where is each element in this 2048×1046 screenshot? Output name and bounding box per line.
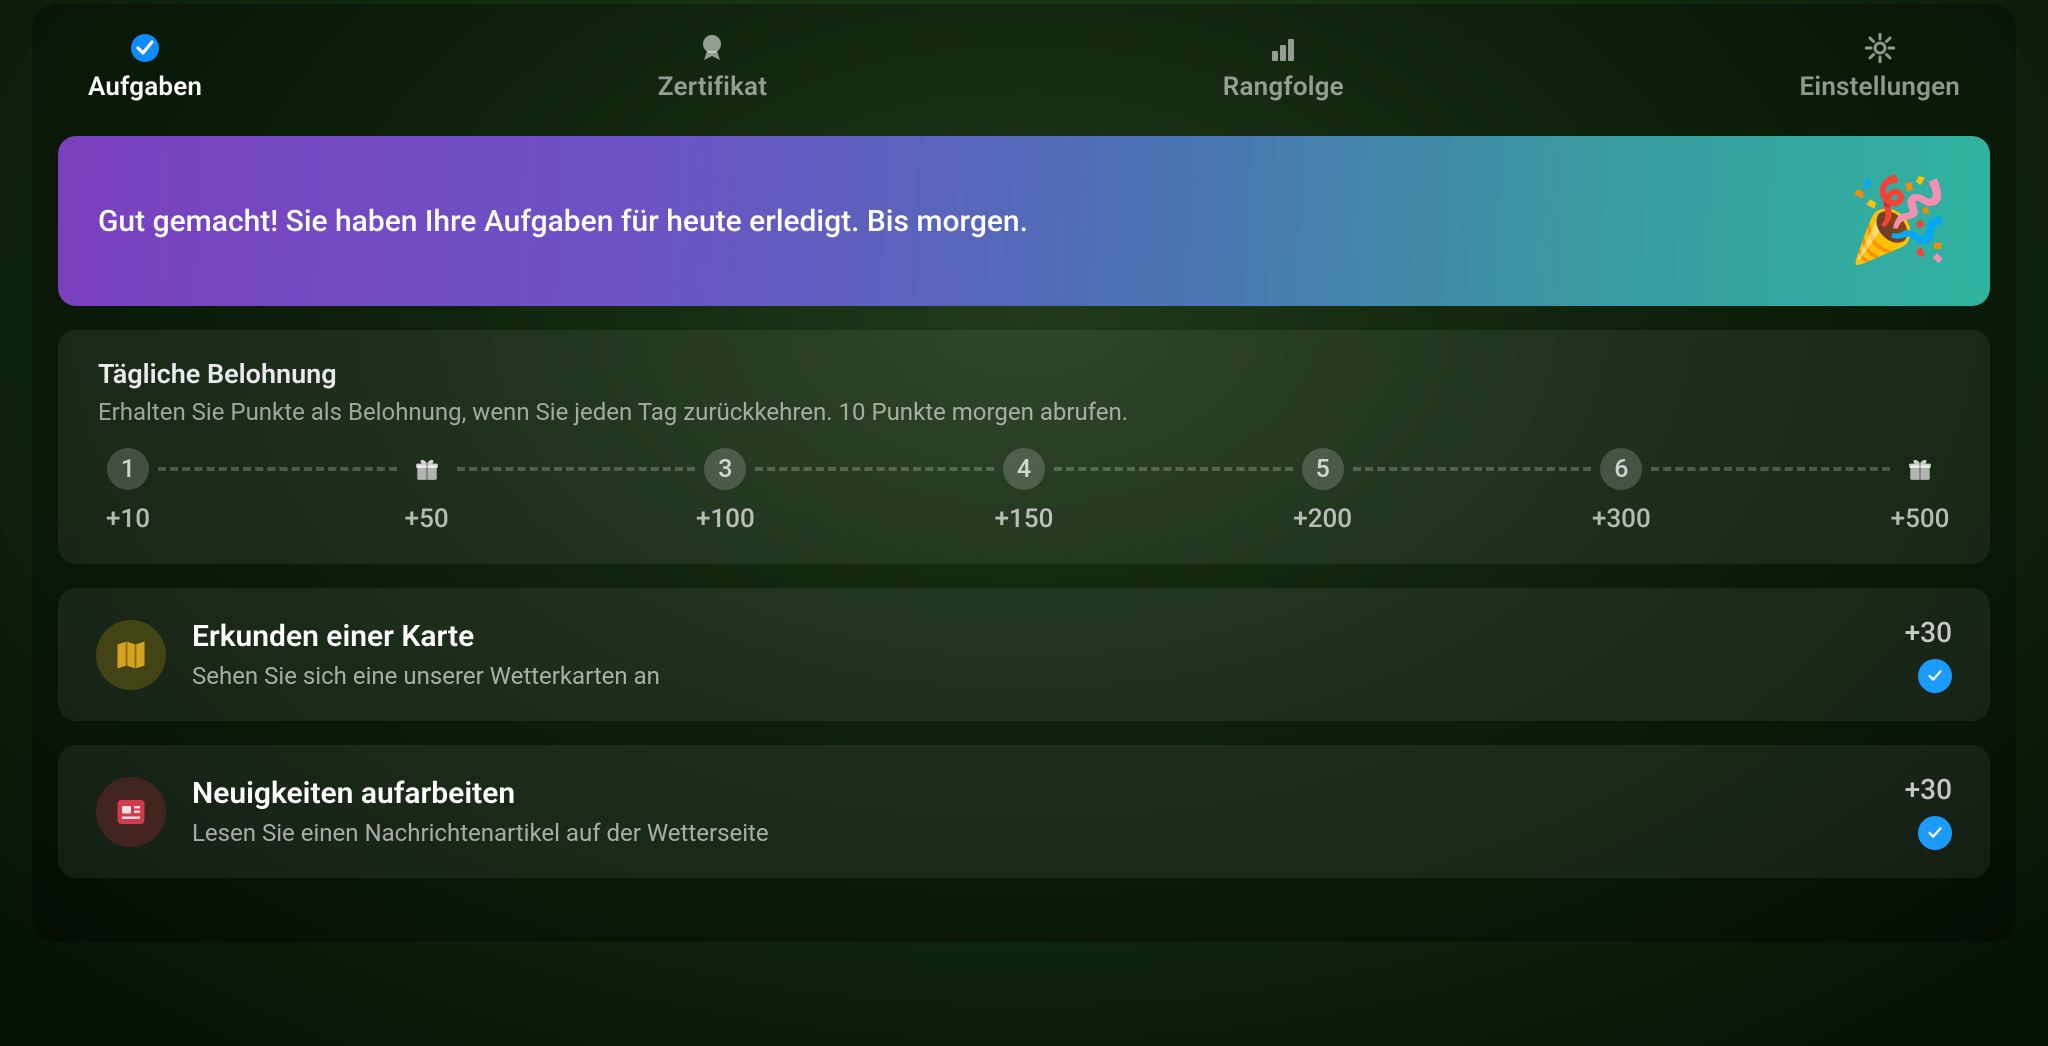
daily-reward-points: +300 <box>1592 504 1651 534</box>
task-body: Neuigkeiten aufarbeiten Lesen Sie einen N… <box>192 776 1879 847</box>
daily-reward-points: +150 <box>995 504 1054 534</box>
daily-reward-day-number: 5 <box>1302 448 1344 490</box>
tab-settings[interactable]: Einstellungen <box>1800 32 1960 102</box>
tab-tasks-label: Aufgaben <box>88 72 202 102</box>
task-subtitle: Lesen Sie einen Nachrichtenartikel auf d… <box>192 819 1879 847</box>
bar-chart-icon <box>1267 32 1299 64</box>
gift-icon <box>1899 448 1941 490</box>
task-body: Erkunden einer Karte Sehen Sie sich eine … <box>192 619 1879 690</box>
daily-reward-step: +500 <box>1890 448 1950 534</box>
task-title: Neuigkeiten aufarbeiten <box>192 776 1879 811</box>
daily-reward-card: Tägliche Belohnung Erhalten Sie Punkte a… <box>58 330 1990 564</box>
daily-reward-day-number: 1 <box>107 448 149 490</box>
daily-reward-connector <box>158 448 397 490</box>
daily-reward-step: 1+10 <box>98 448 158 534</box>
medal-icon <box>696 32 728 64</box>
daily-reward-points: +200 <box>1293 504 1352 534</box>
daily-reward-step: 6 +300 <box>1591 448 1651 534</box>
task-points: +30 <box>1905 773 1952 806</box>
checkmark-badge-icon <box>129 32 161 64</box>
daily-reward-connector <box>1054 448 1293 490</box>
daily-reward-points: +10 <box>106 504 150 534</box>
completion-banner-text: Gut gemacht! Sie haben Ihre Aufgaben für… <box>98 204 1028 239</box>
daily-reward-points: +50 <box>405 504 449 534</box>
tab-ranking-label: Rangfolge <box>1223 72 1344 102</box>
tab-tasks[interactable]: Aufgaben <box>88 32 202 102</box>
tab-certificate[interactable]: Zertifikat <box>658 32 767 102</box>
daily-reward-step: 4 +150 <box>994 448 1054 534</box>
daily-reward-day-number: 6 <box>1600 448 1642 490</box>
daily-reward-connector <box>755 448 994 490</box>
party-popper-icon: 🎉 <box>1848 180 1950 262</box>
tab-certificate-label: Zertifikat <box>658 72 767 102</box>
daily-reward-connector <box>457 448 696 490</box>
gift-icon <box>406 448 448 490</box>
tab-ranking[interactable]: Rangfolge <box>1223 32 1344 102</box>
task-subtitle: Sehen Sie sich eine unserer Wetterkarten… <box>192 662 1879 690</box>
daily-reward-day-number: 3 <box>704 448 746 490</box>
task-row[interactable]: Neuigkeiten aufarbeiten Lesen Sie einen N… <box>58 745 1990 878</box>
task-points: +30 <box>1905 616 1952 649</box>
gear-icon <box>1864 32 1896 64</box>
daily-reward-title: Tägliche Belohnung <box>98 358 1950 390</box>
daily-reward-connector <box>1651 448 1890 490</box>
daily-reward-points: +500 <box>1891 504 1950 534</box>
task-row[interactable]: Erkunden einer Karte Sehen Sie sich eine … <box>58 588 1990 721</box>
daily-reward-points: +100 <box>696 504 755 534</box>
daily-reward-track: 1+10+503+1004+1505+2006+300+500 <box>98 448 1950 534</box>
daily-reward-subtitle: Erhalten Sie Punkte als Belohnung, wenn … <box>98 398 1950 426</box>
daily-reward-day-number: 4 <box>1003 448 1045 490</box>
task-right: +30 <box>1905 616 1952 693</box>
tab-bar: Aufgaben Zertifikat Rangfolge <box>32 4 2016 136</box>
task-list: Erkunden einer Karte Sehen Sie sich eine … <box>32 588 2016 878</box>
news-icon <box>96 777 166 847</box>
tab-settings-label: Einstellungen <box>1800 72 1960 102</box>
daily-reward-step: 5 +200 <box>1293 448 1353 534</box>
daily-reward-step: +50 <box>397 448 457 534</box>
map-icon <box>96 620 166 690</box>
daily-reward-connector <box>1353 448 1592 490</box>
task-done-checkmark-icon <box>1918 816 1952 850</box>
daily-reward-step: 3 +100 <box>695 448 755 534</box>
completion-banner: Gut gemacht! Sie haben Ihre Aufgaben für… <box>58 136 1990 306</box>
rewards-panel: Aufgaben Zertifikat Rangfolge <box>32 4 2016 942</box>
task-title: Erkunden einer Karte <box>192 619 1879 654</box>
task-done-checkmark-icon <box>1918 659 1952 693</box>
task-right: +30 <box>1905 773 1952 850</box>
